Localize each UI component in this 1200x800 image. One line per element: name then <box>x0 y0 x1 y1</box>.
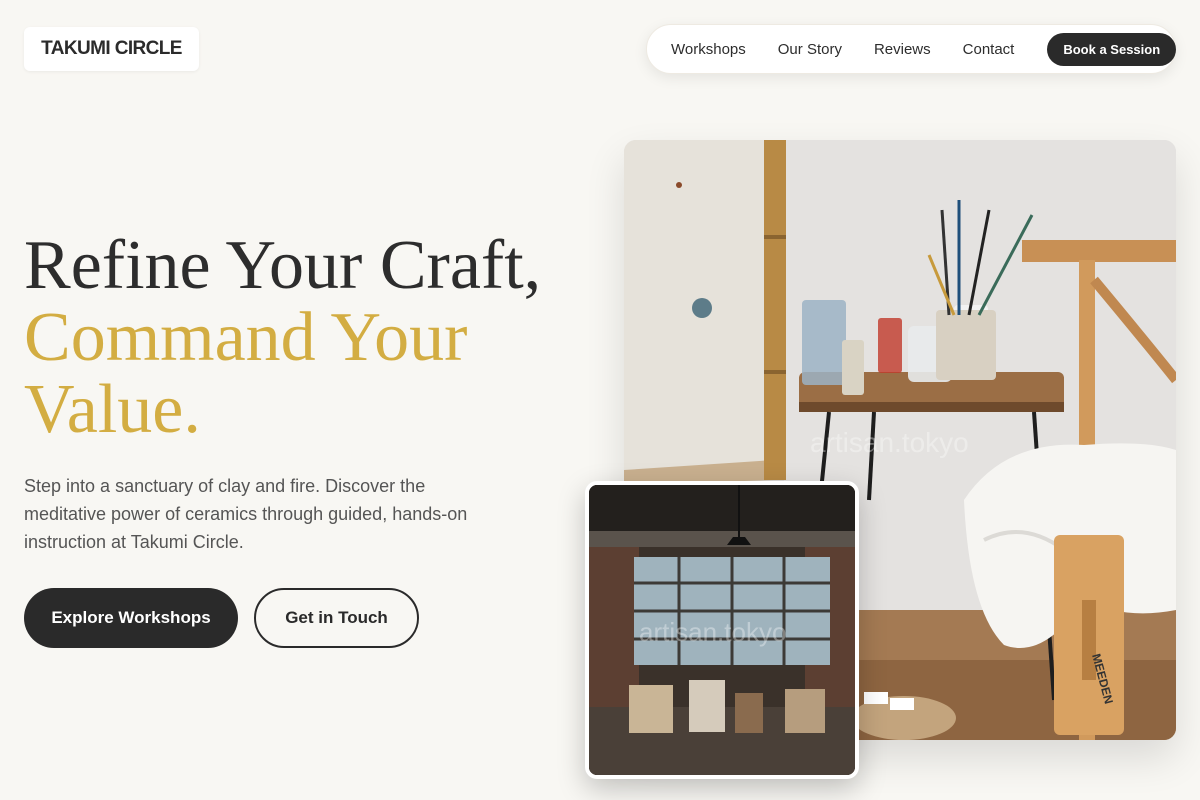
main-watermark: artisan.tokyo <box>810 427 969 458</box>
nav-link-our-story[interactable]: Our Story <box>778 41 842 58</box>
hero-subtext: Step into a sanctuary of clay and fire. … <box>24 476 468 552</box>
main-nav: Workshops Our Story Reviews Contact Book… <box>646 24 1177 74</box>
explore-workshops-button[interactable]: Explore Workshops <box>24 588 238 648</box>
get-in-touch-button[interactable]: Get in Touch <box>254 588 419 648</box>
headline-line-1: Refine Your Craft, <box>24 227 542 304</box>
headline-line-2: Command Your <box>24 299 468 376</box>
headline-line-3: Value. <box>24 371 201 448</box>
small-watermark: artisan.tokyo <box>639 617 786 647</box>
brand-logo[interactable]: TAKUMI CIRCLE <box>24 27 199 71</box>
nav-link-workshops[interactable]: Workshops <box>671 41 746 58</box>
hero-headline: Refine Your Craft, Command Your Value. <box>24 230 584 446</box>
workshop-photo: artisan.tokyo <box>585 481 859 779</box>
nav-link-contact[interactable]: Contact <box>963 41 1015 58</box>
book-session-button[interactable]: Book a Session <box>1047 32 1177 66</box>
nav-link-reviews[interactable]: Reviews <box>874 41 931 58</box>
